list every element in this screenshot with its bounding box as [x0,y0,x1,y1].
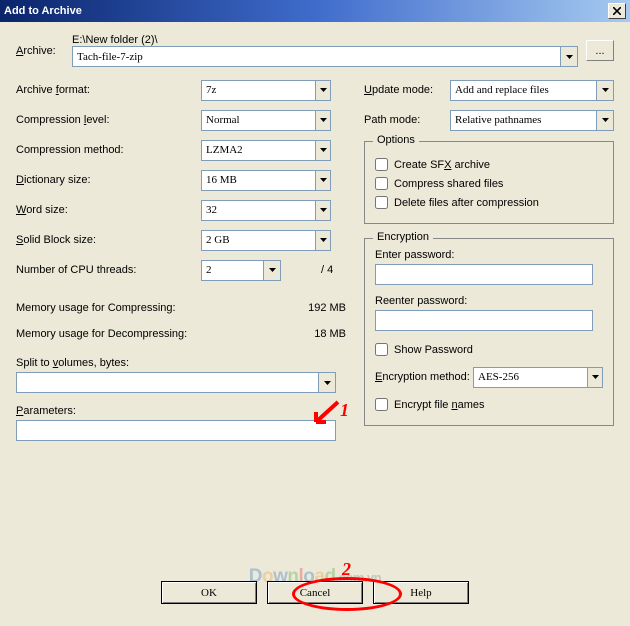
update-label: Update mode: [364,84,450,96]
archive-label: Archive: [16,45,72,57]
sfx-label: Create SFX archive [394,159,490,171]
chevron-down-icon[interactable] [316,230,331,251]
path-combo[interactable] [450,110,597,131]
browse-button[interactable]: ... [586,40,614,61]
chevron-down-icon[interactable] [264,260,281,281]
level-label: Compression level: [16,114,201,126]
chevron-down-icon[interactable] [316,170,331,191]
archive-dropdown-arrow[interactable] [561,46,578,67]
block-combo[interactable] [201,230,316,251]
method-combo[interactable] [201,140,316,161]
dict-combo[interactable] [201,170,316,191]
chevron-down-icon[interactable] [597,110,614,131]
archive-name-input[interactable] [72,46,561,67]
ok-button[interactable]: OK [161,581,257,604]
mem-comp-value: 192 MB [296,302,346,314]
titlebar: Add to Archive [0,0,630,22]
annotation-number-1: 1 [340,400,349,421]
threads-combo[interactable] [201,260,264,281]
mem-comp-label: Memory usage for Compressing: [16,302,296,314]
threads-label: Number of CPU threads: [16,264,201,276]
shared-checkbox[interactable] [375,177,388,190]
split-label: Split to volumes, bytes: [16,357,346,369]
chevron-down-icon[interactable] [597,80,614,101]
options-group: Options Create SFX archive Compress shar… [364,141,614,224]
window-title: Add to Archive [4,5,608,17]
options-legend: Options [373,134,419,146]
enc-method-label: Encryption method: [375,371,473,383]
reenter-password-label: Reenter password: [375,295,603,307]
mem-decomp-label: Memory usage for Decompressing: [16,328,296,340]
params-label: Parameters: [16,405,346,417]
delete-label: Delete files after compression [394,197,539,209]
encrypt-names-label: Encrypt file names [394,399,485,411]
chevron-down-icon[interactable] [316,140,331,161]
annotation-number-2: 2 [342,559,351,580]
chevron-down-icon[interactable] [316,110,331,131]
archive-path: E:\New folder (2)\ [72,34,578,46]
enter-password-input[interactable] [375,264,593,285]
path-label: Path mode: [364,114,450,126]
show-password-checkbox[interactable] [375,343,388,356]
enc-method-combo[interactable] [473,367,588,388]
block-label: Solid Block size: [16,234,201,246]
show-password-label: Show Password [394,344,473,356]
word-label: Word size: [16,204,201,216]
level-combo[interactable] [201,110,316,131]
chevron-down-icon[interactable] [316,200,331,221]
dict-label: Dictionary size: [16,174,201,186]
update-combo[interactable] [450,80,597,101]
word-combo[interactable] [201,200,316,221]
annotation-oval-2 [292,577,402,611]
chevron-down-icon[interactable] [588,367,603,388]
delete-checkbox[interactable] [375,196,388,209]
params-input[interactable] [16,420,336,441]
reenter-password-input[interactable] [375,310,593,331]
encryption-legend: Encryption [373,231,433,243]
close-button[interactable] [608,3,626,19]
enter-password-label: Enter password: [375,249,603,261]
split-combo[interactable] [16,372,319,393]
chevron-down-icon[interactable] [316,80,331,101]
chevron-down-icon[interactable] [319,372,336,393]
shared-label: Compress shared files [394,178,503,190]
format-combo[interactable] [201,80,316,101]
sfx-checkbox[interactable] [375,158,388,171]
format-label: Archive format: [16,84,201,96]
encrypt-names-checkbox[interactable] [375,398,388,411]
annotation-arrow-1 [310,400,340,426]
mem-decomp-value: 18 MB [296,328,346,340]
threads-max: / 4 [321,264,333,276]
method-label: Compression method: [16,144,201,156]
encryption-group: Encryption Enter password: Reenter passw… [364,238,614,426]
